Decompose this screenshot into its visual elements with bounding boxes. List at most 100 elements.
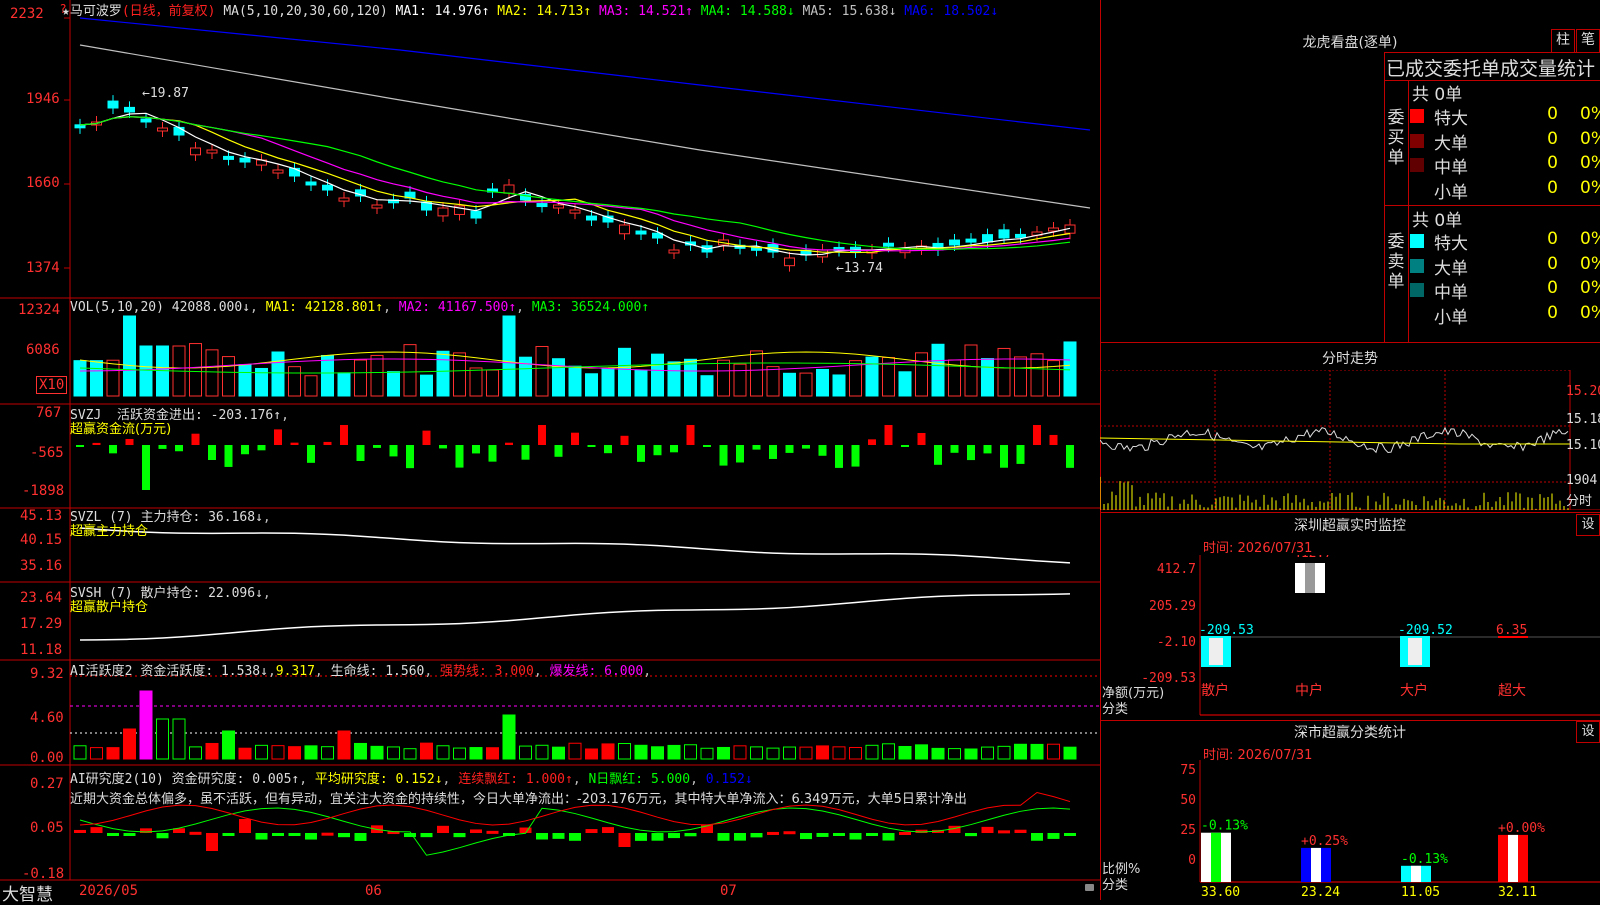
fund-flow-bar: [983, 445, 992, 454]
monitor-bar-shade: [1408, 638, 1422, 665]
monitor-bar-label: 412.7: [1293, 555, 1332, 561]
candle: [338, 197, 350, 202]
activity-bar: [717, 746, 730, 760]
category-value: 33.60: [1201, 885, 1240, 900]
color-swatch: [1410, 158, 1424, 172]
color-swatch: [1410, 283, 1424, 297]
y-tick-vol-0: 12324: [18, 302, 61, 318]
fund-flow-bar: [257, 445, 266, 451]
color-swatch: [1410, 234, 1424, 248]
fund-flow-bar: [1016, 445, 1025, 464]
research-bar: [536, 833, 548, 840]
research-bar: [750, 833, 763, 838]
research-bar: [206, 833, 218, 851]
fund-flow-bar: [406, 445, 414, 469]
fund-flow-bar: [125, 438, 134, 445]
activity-bar: [865, 744, 879, 760]
y-tick-svzj-0: 767: [36, 405, 62, 421]
research-bar: [239, 819, 251, 833]
fund-flow-bar: [835, 445, 843, 468]
y-tick-svzl-1: 40.15: [20, 532, 63, 548]
order-row-label: 特大: [1434, 234, 1468, 254]
fund-flow-bar: [571, 432, 579, 445]
activity-bar: [189, 746, 202, 760]
kline-chart-area[interactable]: [0, 0, 1100, 900]
sz-category-settings-button[interactable]: 设: [1576, 721, 1600, 743]
volume-bar: [189, 343, 202, 397]
activity-bar: [915, 744, 928, 760]
fund-flow-bar: [604, 445, 612, 454]
ma6-line: [79, 17, 1091, 131]
volume-bar: [288, 366, 301, 397]
volume-bar: [370, 354, 384, 397]
divider: [1100, 342, 1600, 343]
research-bar: [668, 833, 680, 839]
price-cursor-marker: ?: [60, 2, 67, 16]
pen-mode-button[interactable]: 笔: [1576, 29, 1600, 53]
research-bar: [107, 833, 119, 836]
category-bar-shade: [1508, 834, 1518, 882]
order-row-label: 大单: [1434, 133, 1468, 154]
sz-monitor-settings-button[interactable]: 设: [1576, 514, 1600, 536]
fund-flow-bar: [142, 445, 150, 490]
fund-flow-bar: [1033, 425, 1041, 445]
volume-bar: [139, 345, 153, 397]
fund-flow-bar: [389, 445, 398, 457]
research-bar: [156, 833, 169, 839]
ma1-line: [79, 112, 1071, 256]
y-tick-aiact-2: 0.00: [30, 750, 64, 766]
intraday-title: 分时走势: [1322, 351, 1378, 367]
activity-bar: [618, 743, 631, 760]
activity-bar: [849, 746, 862, 760]
activity-bar: [238, 747, 252, 760]
y-tick-svzl-0: 45.13: [20, 508, 63, 524]
research-bar: [255, 833, 268, 840]
category-change: -0.13%: [1401, 852, 1448, 867]
y-tick-aires-0: 0.27: [30, 776, 64, 792]
fund-flow-bar: [686, 425, 695, 445]
ma-value-4: MA4: 14.588↓: [700, 4, 803, 19]
volume-bar: [1014, 356, 1027, 397]
fund-flow-bar: [950, 445, 959, 453]
volume-bar: [271, 351, 285, 397]
activity-bar: [535, 744, 549, 760]
volume-bar: [106, 359, 120, 397]
fund-flow-bar: [917, 432, 926, 445]
fund-flow-bar: [109, 445, 117, 454]
volume-bar: [783, 372, 796, 397]
research-bar: [288, 833, 301, 836]
intraday-chart[interactable]: [1100, 370, 1600, 510]
divider: [1100, 512, 1600, 513]
volume-bar: [750, 350, 763, 397]
research-bar: [470, 829, 482, 833]
fund-flow-bar: [802, 445, 810, 449]
volume-bar: [469, 367, 483, 397]
candle: [569, 209, 581, 214]
cat-y-tick: 0: [1188, 853, 1196, 868]
activity-bar: [1047, 743, 1060, 760]
y-tick-svzj-1: -565: [30, 445, 64, 461]
activity-bar: [1063, 746, 1077, 760]
monitor-cat-label: 中户: [1295, 682, 1323, 699]
sell-total: 共 0单: [1412, 211, 1463, 231]
volume-bar: [585, 373, 598, 397]
bar-mode-button[interactable]: 柱: [1551, 29, 1575, 53]
fund-flow-bar: [191, 433, 200, 445]
volume-bar: [1030, 353, 1044, 397]
candle: [289, 167, 300, 177]
fund-flow-bar: [439, 445, 447, 449]
activity-bar: [733, 745, 747, 760]
volume-bar: [73, 360, 87, 397]
fund-flow-bar: [620, 435, 629, 445]
intra-tick-1: 15.18: [1566, 412, 1600, 427]
lock-icon[interactable]: [1085, 884, 1094, 891]
research-bar: [272, 833, 284, 836]
research-bar: [800, 833, 812, 840]
fund-flow-bar: [307, 445, 315, 463]
activity-bar: [964, 748, 978, 760]
volume-bar: [568, 365, 582, 397]
main-chart-header: ★马可波罗(日线，前复权) MA(5,10,20,30,60,120) MA1:…: [62, 0, 998, 19]
mon-y-tick: 412.7: [1157, 562, 1196, 577]
volume-bar: [651, 353, 664, 397]
research-bar: [222, 833, 235, 836]
